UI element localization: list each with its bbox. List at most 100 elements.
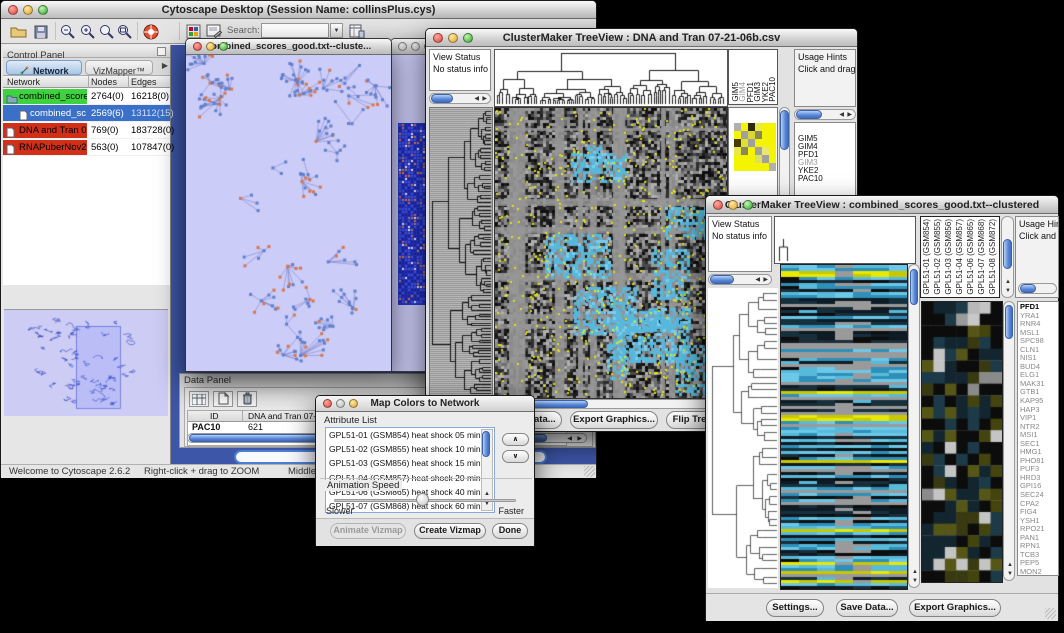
tv2-gene-dendrogram[interactable] [708,288,778,588]
matrix-cell[interactable] [734,155,741,163]
net1-titlebar[interactable]: combined_scores_good.txt--cluste... [186,39,391,55]
zoom-button[interactable] [349,399,358,408]
matrix-cell[interactable] [734,147,741,155]
zoom-out-icon[interactable] [58,22,77,41]
matrix-cell[interactable] [762,123,769,131]
matrix-cell[interactable] [755,147,762,155]
tv2-heat-vscrollbar[interactable]: ▲ ▼ [908,264,920,588]
col-network[interactable]: Network [7,77,40,87]
zoom-fit-icon[interactable] [115,22,134,41]
treeview-button-export-graphics---[interactable]: Export Graphics... [909,599,1001,617]
dialog-titlebar[interactable]: Map Colors to Network [316,396,534,412]
network-view-canvas[interactable] [186,55,391,371]
matrix-cell[interactable] [769,123,776,131]
matrix-cell[interactable] [741,131,748,139]
tv1-similarity-matrix[interactable] [734,123,776,171]
network-overview-thumbnail[interactable] [4,309,168,416]
table-select-icon[interactable] [189,391,209,407]
tv2-titlebar[interactable]: ClusterMaker TreeView : combined_scores_… [706,196,1058,214]
matrix-cell[interactable] [762,139,769,147]
treeview-button-save-data---[interactable]: Save Data... [836,599,898,617]
minimize-button[interactable] [336,399,345,408]
open-file-icon[interactable] [9,22,28,41]
close-button[interactable] [193,42,202,51]
tv2-status-scrollbar[interactable]: ◀ ▶ [708,274,772,285]
matrix-cell[interactable] [734,139,741,147]
matrix-cell[interactable] [741,147,748,155]
gene-label[interactable]: MON2 [1020,568,1045,576]
treeview-button-export-graphics---[interactable]: Export Graphics... [570,411,658,429]
close-button[interactable] [713,200,723,210]
list-item[interactable]: GPL51-03 (GSM856) heat shock 15 min [326,456,494,470]
matrix-cell[interactable] [769,163,776,171]
matrix-cell[interactable] [748,139,755,147]
table-row[interactable]: combined_sco2569(6)13112(15) [3,105,170,122]
matrix-cell[interactable] [741,163,748,171]
main-resize-grip[interactable] [584,466,595,477]
zoom-button[interactable] [38,5,48,15]
matrix-cell[interactable] [755,131,762,139]
move-down-button[interactable]: ∨ [502,450,529,463]
tv1-heatmap[interactable] [494,107,728,399]
table-row[interactable]: RNAPuberNov2+I563(0)107847(0) [3,139,170,156]
matrix-cell[interactable] [762,147,769,155]
animation-slider-thumb[interactable] [416,493,429,506]
new-attribute-icon[interactable] [213,391,233,407]
table-row[interactable]: DNA and Tran 07769(0)183728(0) [3,122,170,139]
scroll-left-icon[interactable]: ◀ [567,436,572,442]
matrix-cell[interactable] [769,139,776,147]
tv2-array-dendrogram[interactable] [774,216,916,264]
col-edges[interactable]: Edges [131,77,157,87]
matrix-cell[interactable] [769,131,776,139]
tv1-array-dendrogram[interactable] [494,49,728,107]
tab-vizmapper[interactable]: VizMapper™ [85,60,153,75]
zoom-button[interactable] [463,33,473,43]
tv2-zoom-vscrollbar[interactable]: ▲ ▼ [1003,301,1015,581]
close-button[interactable] [323,399,332,408]
delete-attribute-icon[interactable] [237,391,257,407]
matrix-cell[interactable] [741,155,748,163]
list-item[interactable]: GPL51-02 (GSM855) heat shock 10 min [326,442,494,456]
main-titlebar[interactable]: Cytoscape Desktop (Session Name: collins… [1,1,596,19]
matrix-cell[interactable] [748,163,755,171]
tv2-labels-scrollbar[interactable]: ▲ ▼ [1001,216,1014,298]
matrix-cell[interactable] [741,139,748,147]
tv2-zoom-heatmap[interactable] [921,301,1003,583]
dialog-button-done[interactable]: Done [492,523,528,539]
matrix-cell[interactable] [748,155,755,163]
list-scroll-up-icon[interactable]: ▲ [484,491,490,497]
tv1-hints-scrollbar[interactable]: ◀ ▶ [794,109,856,120]
tv1-status-scrollbar[interactable]: ◀ ▶ [429,93,491,104]
matrix-cell[interactable] [755,139,762,147]
zoom-button[interactable] [743,200,753,210]
col-nodes[interactable]: Nodes [91,77,117,87]
matrix-cell[interactable] [769,155,776,163]
minimize-button[interactable] [411,42,420,51]
minimize-button[interactable] [206,42,215,51]
list-item[interactable]: GPL51-01 (GSM854) heat shock 05 min [326,428,494,442]
save-icon[interactable] [31,22,50,41]
matrix-cell[interactable] [769,147,776,155]
dialog-button-create-vizmap[interactable]: Create Vizmap [414,523,486,539]
search-input[interactable] [261,23,329,38]
search-dropdown-button[interactable]: ▼ [330,23,343,38]
matrix-cell[interactable] [734,163,741,171]
matrix-cell[interactable] [762,155,769,163]
matrix-cell[interactable] [734,123,741,131]
matrix-cell[interactable] [748,147,755,155]
zoom-actual-icon[interactable] [97,22,116,41]
table-row[interactable]: combined_scores2764(0)16218(0) [3,88,170,105]
help-icon[interactable] [141,22,160,41]
minimize-button[interactable] [448,33,458,43]
matrix-cell[interactable] [734,131,741,139]
zoom-button[interactable] [219,42,228,51]
scroll-right-icon[interactable]: ▶ [577,436,582,442]
data-col-id[interactable]: ID [210,411,219,421]
matrix-cell[interactable] [762,131,769,139]
float-panel-icon[interactable] [157,47,166,56]
close-button[interactable] [8,5,18,15]
zoom-in-icon[interactable] [78,22,97,41]
tv1-titlebar[interactable]: ClusterMaker TreeView : DNA and Tran 07-… [426,29,857,47]
tv2-global-heatmap[interactable] [780,264,908,590]
minimize-button[interactable] [728,200,738,210]
